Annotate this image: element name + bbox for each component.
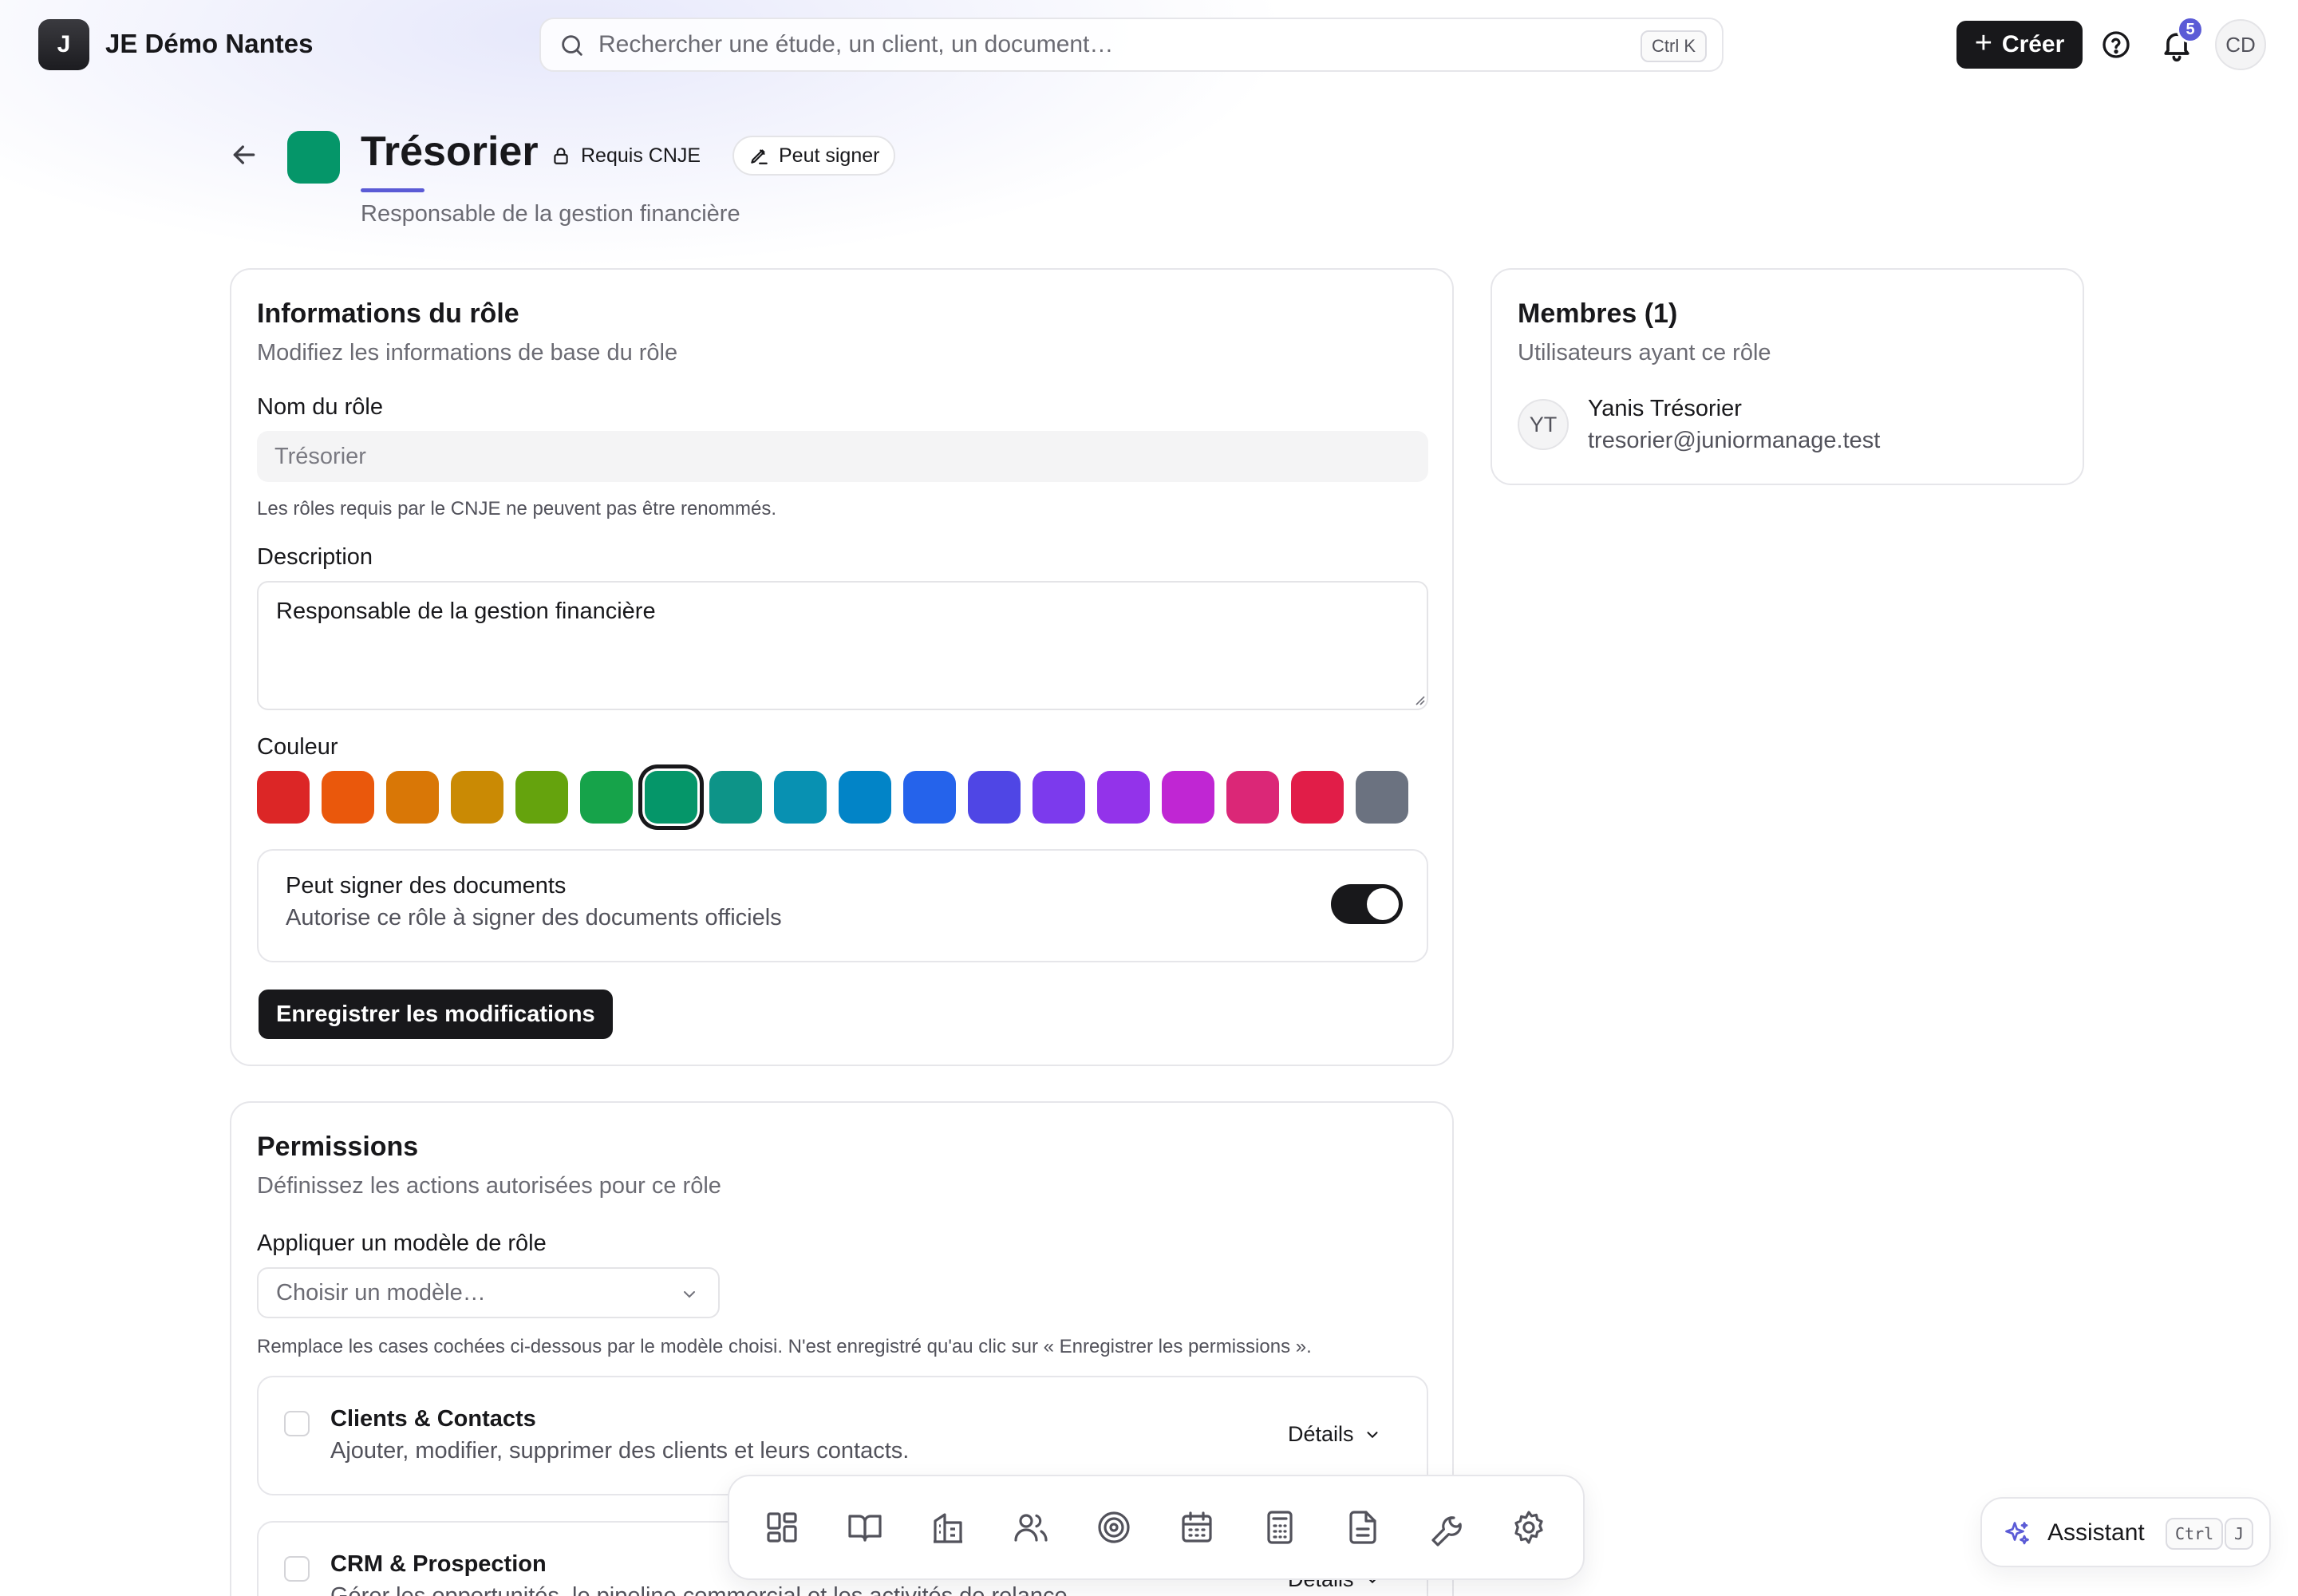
can-sign-label: Peut signer — [779, 144, 880, 167]
color-swatch[interactable] — [1162, 771, 1214, 824]
color-swatch[interactable] — [968, 771, 1021, 824]
calendar-icon[interactable] — [1178, 1508, 1216, 1547]
template-select[interactable]: Choisir un modèle… — [257, 1267, 720, 1318]
plus-icon: + — [1974, 26, 1992, 60]
settings-icon[interactable] — [1510, 1508, 1548, 1547]
member-avatar: YT — [1518, 399, 1569, 450]
assistant-shortcut-j: J — [2225, 1518, 2254, 1550]
users-icon[interactable] — [1012, 1508, 1050, 1547]
title-underline — [361, 188, 424, 192]
permission-group-description: Ajouter, modifier, supprimer des clients… — [330, 1438, 910, 1464]
color-swatch[interactable] — [580, 771, 633, 824]
role-info-card: Informations du rôle Modifiez les inform… — [230, 268, 1454, 1066]
permissions-description: Définissez les actions autorisées pour c… — [257, 1173, 721, 1199]
color-swatch-row — [257, 771, 1430, 827]
description-wrapper — [231, 581, 1455, 710]
chevron-down-icon — [680, 1285, 699, 1304]
building-icon[interactable] — [929, 1508, 967, 1547]
page-title: Trésorier — [361, 128, 539, 175]
color-swatch[interactable] — [451, 771, 503, 824]
user-avatar[interactable]: CD — [2215, 19, 2266, 70]
role-name-help: Les rôles requis par le CNJE ne peuvent … — [257, 498, 776, 519]
wrench-icon[interactable] — [1427, 1508, 1465, 1547]
permission-details-button[interactable]: Détails — [1288, 1422, 1381, 1447]
color-swatch[interactable] — [386, 771, 439, 824]
can-sign-toggle[interactable] — [1331, 884, 1403, 924]
color-swatch[interactable] — [645, 771, 697, 824]
color-swatch[interactable] — [515, 771, 568, 824]
color-swatch[interactable] — [774, 771, 827, 824]
details-label: Détails — [1288, 1422, 1354, 1446]
assistant-label: Assistant — [2047, 1519, 2145, 1546]
search-shortcut-hint: Ctrl K — [1641, 30, 1707, 62]
template-label: Appliquer un modèle de rôle — [257, 1231, 547, 1256]
org-avatar[interactable]: J — [38, 19, 89, 70]
page-subtitle: Responsable de la gestion financière — [361, 201, 740, 227]
document-icon[interactable] — [1344, 1508, 1382, 1547]
permission-group-checkbox[interactable] — [284, 1556, 310, 1582]
can-sign-setting: Peut signer des documents Autorise ce rô… — [257, 849, 1428, 962]
color-swatch[interactable] — [709, 771, 762, 824]
permission-group-title: CRM & Prospection — [330, 1551, 547, 1577]
color-swatch[interactable] — [1226, 771, 1279, 824]
permission-group-title: Clients & Contacts — [330, 1406, 536, 1432]
search-icon — [559, 32, 586, 59]
color-swatch[interactable] — [1097, 771, 1150, 824]
search-bar[interactable]: Ctrl K — [539, 18, 1724, 72]
color-label: Couleur — [257, 734, 338, 760]
role-name-label: Nom du rôle — [257, 394, 383, 420]
template-select-value: Choisir un modèle… — [276, 1280, 486, 1306]
target-icon[interactable] — [1095, 1508, 1133, 1547]
color-swatch[interactable] — [903, 771, 956, 824]
save-changes-button[interactable]: Enregistrer les modifications — [259, 990, 613, 1039]
color-swatch[interactable] — [322, 771, 374, 824]
required-cnje-label: Requis CNJE — [581, 144, 701, 167]
can-sign-setting-title: Peut signer des documents — [286, 873, 567, 899]
book-icon[interactable] — [846, 1508, 884, 1547]
notification-badge: 5 — [2177, 16, 2204, 43]
resize-handle-icon[interactable] — [1412, 693, 1425, 705]
required-cnje-badge: Requis CNJE — [536, 136, 715, 176]
create-button[interactable]: + Créer — [1956, 21, 2083, 69]
color-swatch[interactable] — [257, 771, 310, 824]
member-name: Yanis Trésorier — [1588, 396, 1742, 421]
permission-group-checkbox[interactable] — [284, 1411, 310, 1436]
org-name[interactable]: JE Démo Nantes — [105, 29, 313, 59]
members-description: Utilisateurs ayant ce rôle — [1518, 340, 1771, 365]
help-icon[interactable] — [2100, 29, 2132, 61]
back-arrow-icon[interactable] — [228, 139, 260, 171]
template-help: Remplace les cases cochées ci-dessous pa… — [257, 1336, 1312, 1357]
description-label: Description — [257, 544, 373, 570]
lock-icon — [551, 145, 571, 166]
color-swatch[interactable] — [1033, 771, 1085, 824]
role-color-swatch — [287, 131, 340, 184]
toggle-knob — [1367, 888, 1399, 920]
assistant-button[interactable]: Assistant Ctrl J — [1980, 1497, 2271, 1567]
sparkles-icon — [2003, 1519, 2031, 1548]
bottom-dock — [728, 1475, 1585, 1580]
role-info-description: Modifiez les informations de base du rôl… — [257, 340, 678, 365]
calculator-icon[interactable] — [1261, 1508, 1299, 1547]
role-info-title: Informations du rôle — [257, 298, 519, 329]
assistant-shortcut-ctrl: Ctrl — [2166, 1518, 2224, 1550]
signature-pen-icon — [748, 145, 769, 166]
chevron-down-icon — [1364, 1426, 1381, 1444]
color-swatch[interactable] — [1291, 771, 1344, 824]
description-textarea[interactable] — [257, 581, 1428, 710]
top-bar: J JE Démo Nantes Ctrl K + Créer 5 CD — [0, 0, 2298, 89]
search-input[interactable] — [598, 26, 1596, 64]
members-card: Membres (1) Utilisateurs ayant ce rôle Y… — [1491, 268, 2084, 485]
role-name-input — [257, 431, 1428, 482]
can-sign-setting-description: Autorise ce rôle à signer des documents … — [286, 905, 782, 930]
members-title: Membres (1) — [1518, 298, 1678, 329]
color-swatch[interactable] — [1356, 771, 1408, 824]
dashboard-icon[interactable] — [763, 1508, 801, 1547]
color-swatch[interactable] — [839, 771, 891, 824]
permission-group-description: Gérer les opportunités, le pipeline comm… — [330, 1583, 1074, 1596]
create-button-label: Créer — [2001, 31, 2065, 57]
permissions-title: Permissions — [257, 1132, 419, 1162]
member-email: tresorier@juniormanage.test — [1588, 428, 1881, 453]
can-sign-badge: Peut signer — [732, 136, 896, 176]
